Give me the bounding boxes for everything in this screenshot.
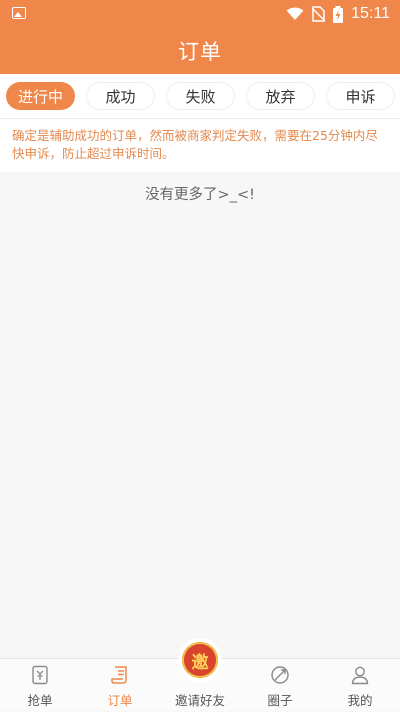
page-title: 订单	[178, 40, 222, 64]
tab-in-progress[interactable]: 进行中	[6, 82, 75, 110]
nav-label: 我的	[347, 693, 373, 708]
appeal-notice: 确定是辅助成功的订单，然而被商家判定失败，需要在25分钟内尽快申诉，防止超过申诉…	[0, 118, 400, 172]
circle-icon	[271, 666, 289, 684]
nav-item-orders[interactable]: 订单	[80, 659, 160, 712]
profile-icon	[351, 666, 369, 685]
order-status-tabs: 进行中 成功 失败 放弃 申诉	[0, 74, 400, 118]
nav-item-circle[interactable]: 圈子	[240, 659, 320, 712]
nav-label: 订单	[107, 693, 133, 708]
notice-text: 确定是辅助成功的订单，然而被商家判定失败，需要在25分钟内尽快申诉，防止超过申诉…	[12, 128, 378, 161]
tab-abandoned[interactable]: 放弃	[246, 82, 315, 110]
status-icons: 15:11	[286, 4, 390, 24]
tab-appeal[interactable]: 申诉	[326, 82, 395, 110]
clock: 15:11	[351, 5, 390, 22]
tab-success[interactable]: 成功	[86, 82, 155, 110]
nav-label: 圈子	[267, 693, 293, 708]
invite-badge-text: 邀	[182, 642, 218, 678]
nav-item-profile[interactable]: 我的	[320, 659, 400, 712]
wifi-icon	[286, 7, 304, 20]
status-bar: 15:11	[0, 0, 400, 28]
nav-label: 抢单	[27, 693, 53, 708]
empty-list-message: 没有更多了>_<!	[145, 187, 255, 203]
battery-charging-icon	[333, 5, 344, 23]
invite-badge-icon[interactable]: 邀	[180, 640, 220, 680]
title-bar: 订单	[0, 28, 400, 74]
tab-failed[interactable]: 失败	[166, 82, 235, 110]
nav-label: 邀请好友	[174, 693, 225, 708]
gallery-notification-icon	[12, 7, 26, 19]
no-sim-icon	[312, 6, 326, 22]
order-icon	[111, 666, 127, 684]
grab-order-icon	[32, 665, 48, 685]
nav-item-grab-order[interactable]: 抢单	[0, 659, 80, 712]
